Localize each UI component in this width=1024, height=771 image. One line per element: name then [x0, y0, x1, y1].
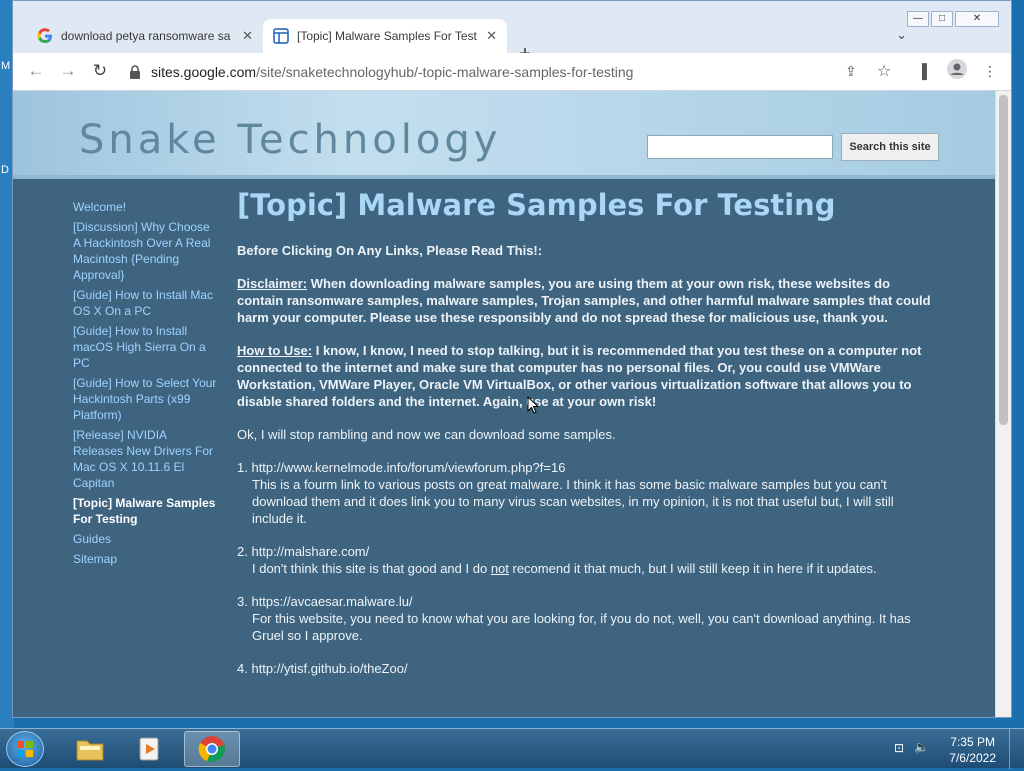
item-description: I don't think this site is that good and…	[237, 560, 937, 577]
network-icon[interactable]: ⊡	[894, 741, 904, 755]
howto-paragraph: How to Use: I know, I know, I need to st…	[237, 342, 937, 410]
disclaimer-label: Disclaimer:	[237, 276, 308, 291]
close-tab-icon[interactable]: ✕	[486, 28, 497, 44]
item-number: 3.	[237, 594, 252, 609]
volume-icon[interactable]: 🔈	[914, 740, 929, 754]
item-number: 1.	[237, 460, 252, 475]
clock-date: 7/6/2022	[949, 751, 996, 765]
close-tab-icon[interactable]: ✕	[242, 28, 253, 44]
search-site-button[interactable]: Search this site	[841, 133, 939, 161]
site-header: Snake Technology Search this site	[13, 91, 997, 179]
intro-text: Before Clicking On Any Links, Please Rea…	[237, 243, 543, 258]
bookmark-star-icon[interactable]: ☆	[877, 61, 891, 81]
site-search-input[interactable]	[647, 135, 833, 159]
sidebar-item-x99-parts[interactable]: [Guide] How to Select Your Hackintosh Pa…	[73, 375, 219, 423]
item-description-part: I don't think this site is that good and…	[252, 561, 491, 576]
show-desktop-button[interactable]	[1009, 729, 1024, 769]
sidebar-item-nvidia-drivers[interactable]: [Release] NVIDIA Releases New Drivers Fo…	[73, 427, 219, 491]
tab-title: download petya ransomware sa	[61, 29, 231, 43]
list-item: 2. http://malshare.com/ I don't think th…	[237, 543, 937, 577]
desktop-icon-label[interactable]: M	[1, 60, 10, 72]
sidebar-item-install-high-sierra[interactable]: [Guide] How to Install macOS High Sierra…	[73, 323, 219, 371]
menu-kebab-icon[interactable]: ⋮	[983, 63, 997, 80]
taskbar-explorer[interactable]	[62, 731, 118, 767]
sidebar-item-install-mac-os-x[interactable]: [Guide] How to Install Mac OS X On a PC	[73, 287, 219, 319]
forward-arrow-icon[interactable]: →	[57, 61, 79, 81]
tab-title: [Topic] Malware Samples For Test	[297, 29, 477, 43]
item-link[interactable]: https://avcaesar.malware.lu/	[251, 594, 412, 609]
item-link[interactable]: http://malshare.com/	[251, 544, 369, 559]
profile-avatar-icon[interactable]	[947, 59, 967, 82]
list-item: 4. http://ytisf.github.io/theZoo/	[237, 660, 937, 677]
main-content: [Topic] Malware Samples For Testing Befo…	[237, 191, 937, 677]
item-description: For this website, you need to know what …	[252, 611, 911, 643]
address-bar[interactable]: sites.google.com/site/snaketechnologyhub…	[129, 59, 819, 85]
item-description: This is a fourm link to various posts on…	[252, 477, 894, 526]
taskbar-chrome[interactable]	[184, 731, 240, 767]
site-title[interactable]: Snake Technology	[79, 117, 501, 163]
browser-toolbar: ← → ↻ sites.google.com/site/snaketechnol…	[13, 53, 1011, 91]
reload-icon[interactable]: ↻	[89, 61, 111, 81]
clock[interactable]: 7:35 PM 7/6/2022	[949, 734, 996, 766]
url-host: sites.google.com	[151, 64, 257, 80]
tab-search-dropdown-icon[interactable]: ⌄	[896, 27, 907, 43]
list-item: 3. https://avcaesar.malware.lu/ For this…	[237, 593, 937, 644]
sidebar-item-welcome[interactable]: Welcome!	[73, 199, 219, 215]
sidebar-nav: Welcome! [Discussion] Why Choose A Hacki…	[73, 199, 219, 571]
page-title: [Topic] Malware Samples For Testing	[237, 188, 836, 222]
side-panel-icon[interactable]: ▐	[917, 63, 927, 79]
howto-label: How to Use:	[237, 343, 313, 358]
browser-window: — □ ✕ download petya ransomware sa ✕ [To…	[12, 0, 1012, 718]
disclaimer-text: When downloading malware samples, you ar…	[237, 276, 931, 325]
back-arrow-icon[interactable]: ←	[25, 61, 47, 81]
disclaimer-paragraph: Disclaimer: When downloading malware sam…	[237, 275, 937, 326]
url-path: /site/snaketechnologyhub/-topic-malware-…	[256, 64, 634, 80]
media-player-icon	[139, 737, 159, 761]
taskbar-media-player[interactable]	[122, 731, 178, 767]
page-viewport: Snake Technology Search this site Welcom…	[13, 91, 997, 717]
list-item: 1. http://www.kernelmode.info/forum/view…	[237, 459, 937, 527]
folder-icon	[76, 740, 104, 761]
google-g-icon	[37, 28, 52, 43]
item-number: 4.	[237, 661, 252, 676]
howto-text: I know, I know, I need to stop talking, …	[237, 343, 922, 409]
item-description-emphasis: not	[490, 561, 509, 576]
tab-google-search[interactable]: download petya ransomware sa ✕	[27, 19, 263, 53]
system-tray: ⊡ 🔈 7:35 PM 7/6/2022	[884, 729, 1024, 769]
desktop-icon-label[interactable]: D	[1, 164, 9, 176]
sidebar-item-hackintosh-discussion[interactable]: [Discussion] Why Choose A Hackintosh Ove…	[73, 219, 219, 283]
vertical-scrollbar[interactable]	[995, 91, 1011, 717]
item-link[interactable]: http://www.kernelmode.info/forum/viewfor…	[251, 460, 565, 475]
lead-text: Ok, I will stop rambling and now we can …	[237, 427, 616, 442]
clock-time: 7:35 PM	[950, 735, 995, 749]
sidebar-item-malware-samples[interactable]: [Topic] Malware Samples For Testing	[73, 495, 219, 527]
lock-icon[interactable]	[129, 65, 141, 79]
item-link[interactable]: http://ytisf.github.io/theZoo/	[251, 661, 407, 676]
scrollbar-thumb[interactable]	[999, 95, 1008, 425]
mouse-cursor-icon	[527, 396, 539, 414]
page-icon	[273, 28, 289, 44]
taskbar: ⊡ 🔈 7:35 PM 7/6/2022	[0, 728, 1024, 769]
start-button[interactable]	[6, 731, 44, 767]
tab-bar: download petya ransomware sa ✕ [Topic] M…	[13, 19, 1011, 65]
item-number: 2.	[237, 544, 252, 559]
chrome-icon	[198, 736, 225, 762]
sidebar-item-sitemap[interactable]: Sitemap	[73, 551, 219, 567]
sidebar-item-guides[interactable]: Guides	[73, 531, 219, 547]
share-icon[interactable]: ⇪	[845, 63, 857, 80]
tab-malware-samples[interactable]: [Topic] Malware Samples For Test ✕	[263, 19, 507, 53]
item-description-part: recomend it that much, but I will still …	[508, 561, 877, 576]
windows-logo-icon	[17, 741, 33, 757]
